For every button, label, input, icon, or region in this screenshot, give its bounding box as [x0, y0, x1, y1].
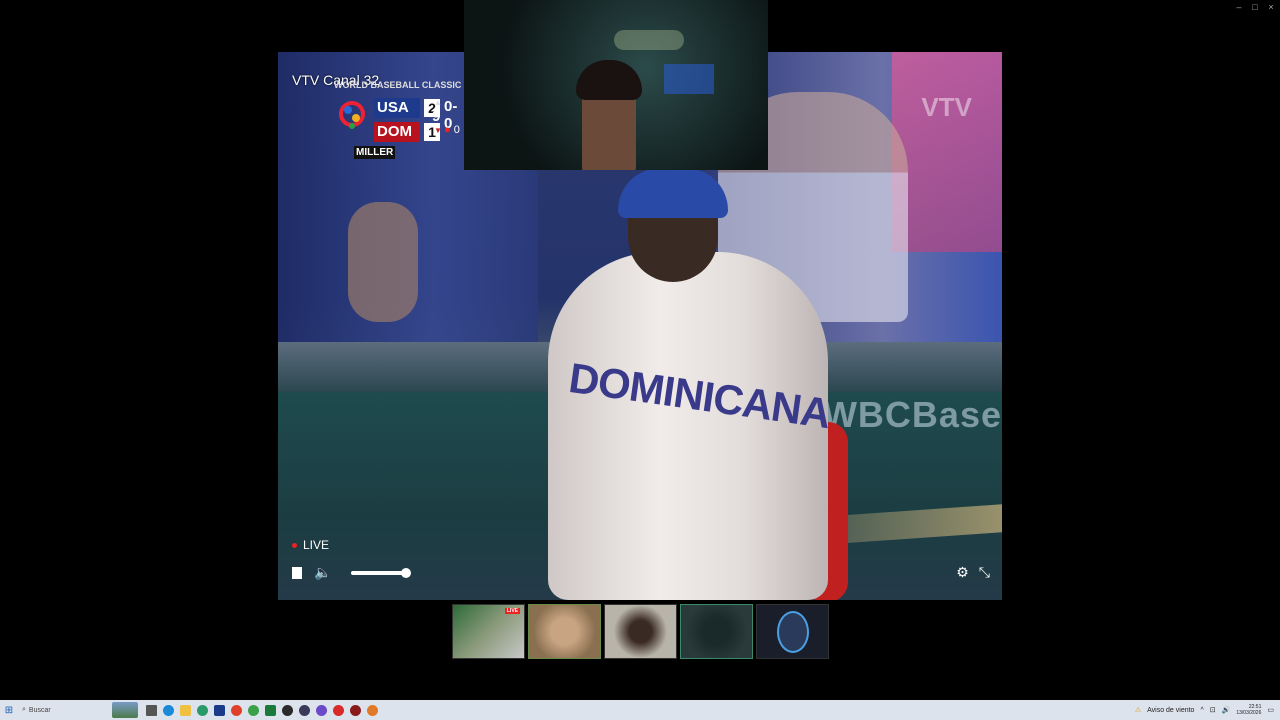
app-purple-icon[interactable]: [316, 704, 327, 716]
clock[interactable]: 22:51 13/03/2026: [1236, 704, 1261, 716]
webcam-light: [614, 30, 684, 50]
taskbar-apps: [146, 704, 378, 716]
webcam-monitor: [664, 64, 714, 94]
taskbar-search[interactable]: ⌕ Buscar: [18, 702, 98, 718]
volume-slider[interactable]: [351, 567, 412, 578]
webcam-person-hair: [576, 60, 642, 100]
windows-start-icon[interactable]: ⊞: [0, 705, 18, 716]
maximize-icon[interactable]: □: [1250, 2, 1260, 12]
thumbnail-stream-4[interactable]: [680, 604, 753, 659]
taskbar: ⊞ ⌕ Buscar ⚠ Aviso de viento ^ ⊡ 🔊 22:51…: [0, 700, 1280, 720]
thumbnail-stream-1[interactable]: LIVE: [452, 604, 525, 659]
thumbnail-stream-5[interactable]: [756, 604, 829, 659]
outs-indicator: ● 0: [444, 124, 460, 136]
tray-chevron-icon[interactable]: ^: [1200, 707, 1203, 714]
app-red-icon[interactable]: [333, 704, 344, 716]
live-badge: LIVE: [504, 608, 520, 614]
scorebug: WORLD BASEBALL CLASSIC - SE USA 2 DOM 1 …: [328, 80, 481, 160]
chrome-icon[interactable]: [231, 704, 242, 716]
batter-helmet: [618, 168, 728, 218]
close-icon[interactable]: ×: [1266, 2, 1276, 12]
inning-number: 9: [432, 108, 441, 125]
live-indicator: LIVE: [292, 538, 329, 552]
thumbnail-stream-2[interactable]: [528, 604, 601, 659]
clock-date: 13/03/2026: [1236, 710, 1262, 716]
background-fan: [892, 52, 1002, 252]
team-code: USA: [377, 99, 409, 116]
speaker-icon[interactable]: 🔊: [1222, 706, 1231, 714]
excel-icon[interactable]: [265, 704, 276, 716]
inning-top-icon: ▲: [434, 98, 442, 107]
volume-slider-knob[interactable]: [401, 567, 412, 578]
batter-name: MILLER: [354, 146, 396, 159]
weather-widget-icon[interactable]: [112, 702, 138, 718]
team-code: DOM: [377, 123, 412, 140]
volume-icon[interactable]: 🔈: [314, 564, 331, 581]
scorebug-title: WORLD BASEBALL CLASSIC - SE: [334, 80, 482, 90]
exit-fullscreen-icon[interactable]: ⤡: [979, 564, 990, 581]
app-icon[interactable]: [197, 704, 208, 716]
stream-thumbnails: LIVE: [452, 604, 829, 659]
player-controls: 🔈: [292, 564, 412, 581]
outs-count: 0: [453, 124, 460, 136]
warning-icon: ⚠: [1134, 707, 1142, 714]
search-icon: ⌕: [22, 706, 26, 713]
file-explorer-icon[interactable]: [180, 704, 191, 716]
wbc-logo-icon: [339, 101, 365, 129]
wall-banner-text: WBCBase: [822, 394, 1002, 435]
channel-watermark: VTV: [921, 92, 972, 122]
player-right-controls: ⚙ ⤡: [956, 564, 990, 581]
network-icon[interactable]: ⊡: [1210, 706, 1216, 714]
edge-icon[interactable]: [163, 704, 174, 716]
minimize-icon[interactable]: –: [1234, 2, 1244, 12]
live-dot-icon: [292, 542, 297, 548]
store-icon[interactable]: [214, 704, 225, 716]
team-row-dom: DOM 1: [374, 122, 440, 142]
avatar: [777, 611, 809, 653]
thumbnail-stream-3[interactable]: [604, 604, 677, 659]
stop-button[interactable]: [292, 566, 302, 579]
app-darkred-icon[interactable]: [350, 704, 361, 716]
notification-text[interactable]: Aviso de viento: [1147, 707, 1194, 714]
chrome-alt-icon[interactable]: [248, 704, 259, 716]
background-hand: [348, 202, 418, 322]
window-controls: – □ ×: [1234, 2, 1276, 12]
team-row-usa: USA 2: [374, 98, 440, 118]
app-orange-icon[interactable]: [367, 704, 378, 716]
task-view-icon[interactable]: [146, 704, 157, 716]
inning-bottom-icon: ▼: [434, 126, 442, 135]
batter-figure: DOMINICANA: [528, 168, 848, 600]
system-tray: ⚠ Aviso de viento ^ ⊡ 🔊 22:51 13/03/2026…: [1135, 704, 1280, 716]
app-dark-icon[interactable]: [282, 704, 293, 716]
search-placeholder: Buscar: [28, 706, 51, 714]
obs-icon[interactable]: [299, 704, 310, 716]
settings-gear-icon[interactable]: ⚙: [956, 564, 969, 581]
live-label: LIVE: [303, 538, 330, 552]
notifications-icon[interactable]: ▭: [1267, 706, 1274, 714]
webcam-overlay: [464, 0, 768, 170]
